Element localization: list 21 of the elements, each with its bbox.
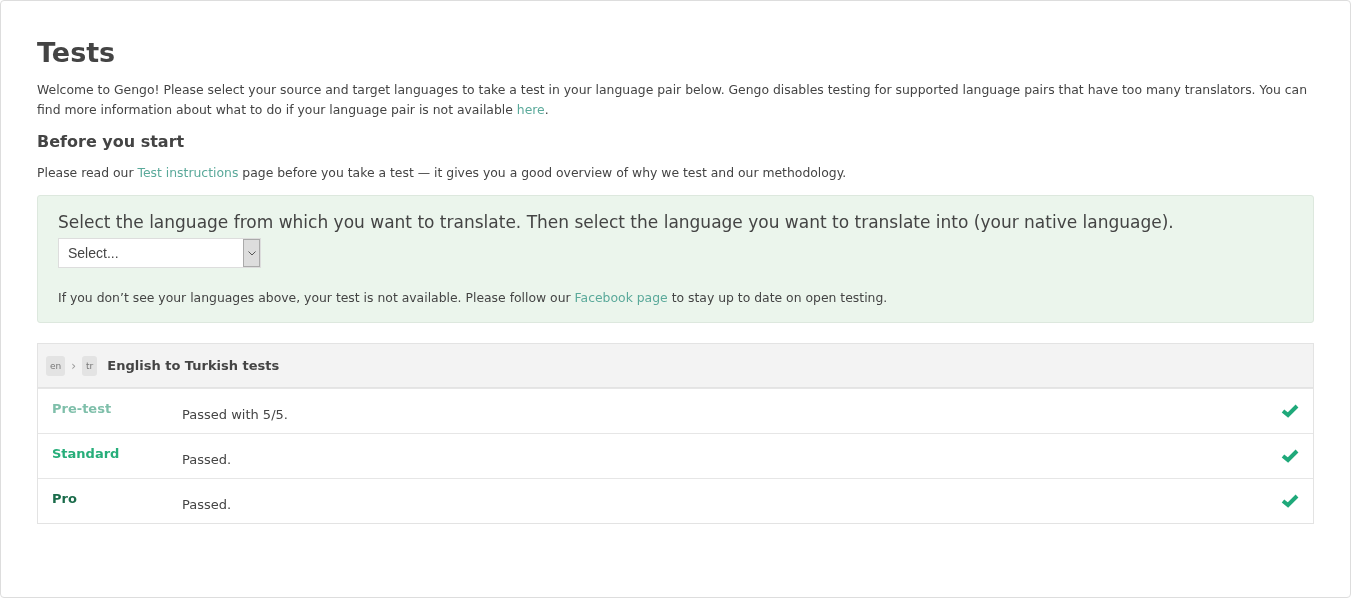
language-select[interactable]: Select... [58,238,261,268]
test-name: Standard [52,445,121,461]
test-result: Passed. [182,451,233,467]
link[interactable]: Test instructions [137,165,239,180]
panel-title: English to Turkish tests [107,358,280,373]
page-title: Tests [37,37,117,68]
paragraph: Welcome to Gengo! Please select your source and target languages to take a test in your language pair below. Gengo disables testing for supported language pairs that have too many translators. You can find more information about what to do if your language pair is not available here. [37,81,1309,119]
source-language-tag: en [46,355,66,376]
test-name: Pro [52,490,78,506]
separator: › [71,358,77,373]
link[interactable]: Facebook page [574,290,668,305]
link[interactable]: here [516,102,545,117]
chevron-down-icon [247,250,256,256]
note: If you don’t see your languages above, your test is not available. Please follow our Facebook page to stay up to date on open testing. [58,289,889,307]
paragraph: Please read our Test instructions page before you take a test — it gives you a good overview of why we test and our methodology. [37,164,848,182]
test-result: Passed with 5/5. [182,406,289,422]
section-heading: Before you start [37,132,186,151]
test-result: Passed. [182,496,233,512]
test-name: Pre-test [52,400,113,416]
target-language-tag: tr [82,355,98,376]
selection-heading: Select the language from which you want to translate. Then select the language you want to translate into (your native language). [58,212,1175,232]
